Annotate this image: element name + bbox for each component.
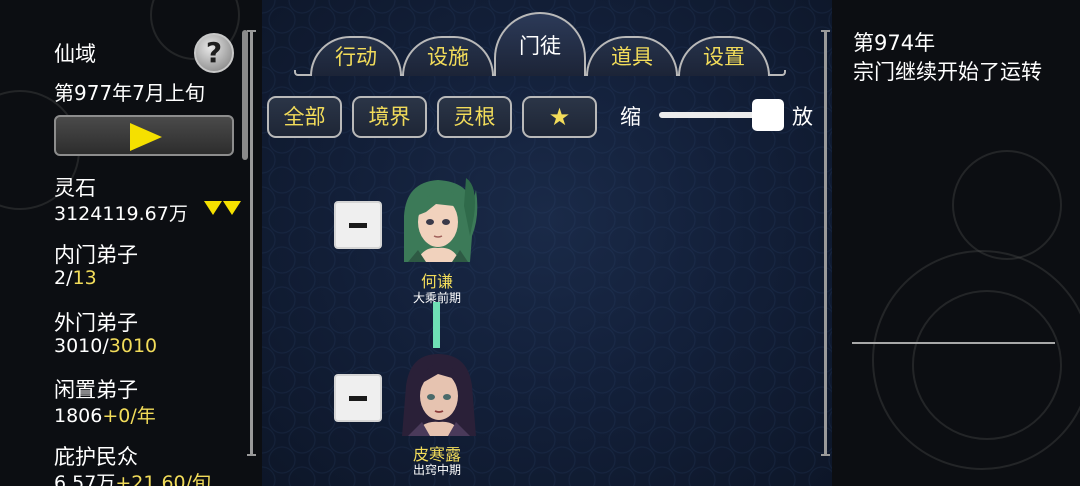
zoom-slider-track[interactable] — [659, 112, 764, 118]
inner-disciples-label: 内门弟子 — [54, 243, 138, 267]
help-icon: ? — [205, 36, 223, 69]
disciple-portrait[interactable] — [396, 350, 480, 436]
filter-spirit-root-button[interactable]: 灵根 — [437, 96, 512, 138]
inner-disciples-count: 2/13 — [54, 267, 97, 289]
disciple-portrait[interactable] — [396, 176, 480, 262]
filter-realm-button[interactable]: 境界 — [352, 96, 427, 138]
idle-disciples-count: 1806+0/年 — [54, 405, 156, 427]
tab-items[interactable]: 道具 — [586, 36, 678, 76]
help-button[interactable]: ? — [194, 33, 234, 73]
filter-all-button[interactable]: 全部 — [267, 96, 342, 138]
idle-disciples-label: 闲置弟子 — [54, 378, 138, 402]
tab-settings[interactable]: 设置 — [678, 36, 770, 76]
protected-people-label: 庇护民众 — [54, 445, 138, 469]
realm-name: 仙域 — [54, 42, 96, 66]
outer-disciples-count: 3010/3010 — [54, 335, 158, 357]
protected-people-count: 6.57万+21.60/旬 — [54, 472, 212, 486]
star-icon: ★ — [548, 103, 571, 131]
log-message: 宗门继续开始了运转 — [853, 60, 1042, 84]
game-date: 第977年7月上旬 — [54, 81, 205, 105]
log-divider — [852, 342, 1055, 344]
tab-disciples[interactable]: 门徒 — [494, 12, 586, 76]
dragon-ornament — [912, 290, 1062, 440]
play-icon — [130, 123, 162, 151]
play-button[interactable] — [54, 115, 234, 156]
left-divider — [247, 30, 256, 456]
main-tab-bar: 行动 设施 门徒 道具 设置 — [294, 12, 786, 78]
zoom-enlarge-label: 放 — [792, 105, 813, 129]
right-divider — [821, 30, 830, 456]
spirit-stone-label: 灵石 — [54, 176, 96, 200]
log-year: 第974年 — [853, 31, 936, 55]
collapse-button[interactable] — [334, 374, 382, 422]
lineage-connector — [433, 302, 440, 348]
filter-favorite-button[interactable]: ★ — [522, 96, 597, 138]
cloud-ornament — [952, 150, 1062, 260]
tab-facilities[interactable]: 设施 — [402, 36, 494, 76]
collapse-button[interactable] — [334, 201, 382, 249]
sidebar-scrollbar[interactable] — [242, 30, 248, 160]
decrease-arrows-icon[interactable] — [204, 199, 244, 217]
disciple-rank: 出窍中期 — [412, 463, 461, 477]
tab-actions[interactable]: 行动 — [310, 36, 402, 76]
outer-disciples-label: 外门弟子 — [54, 311, 138, 335]
spirit-stone-value: 3124119.67万 — [54, 203, 188, 225]
zoom-shrink-label: 缩 — [620, 105, 641, 129]
zoom-slider-handle[interactable] — [752, 99, 784, 131]
